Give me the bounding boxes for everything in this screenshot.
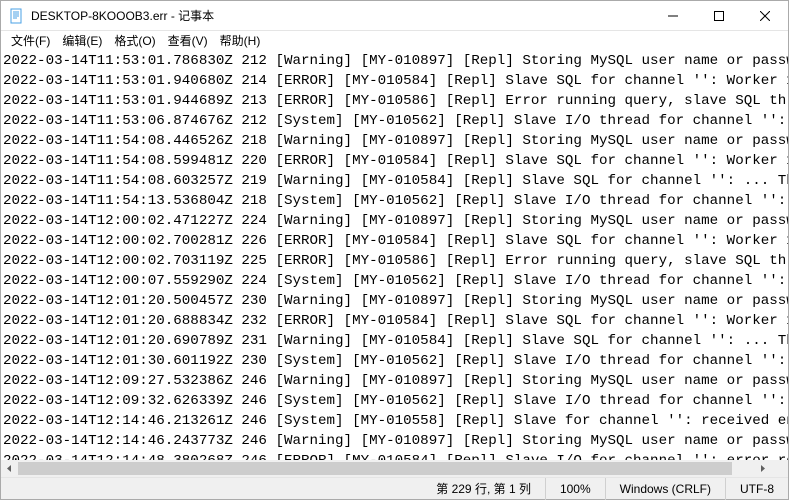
- scrollbar-corner: [771, 460, 788, 477]
- menu-edit[interactable]: 编辑(E): [56, 31, 108, 51]
- scroll-right-button[interactable]: [754, 460, 771, 477]
- log-line[interactable]: 2022-03-14T11:53:06.874676Z 212 [System]…: [3, 111, 786, 131]
- log-line[interactable]: 2022-03-14T12:01:20.690789Z 231 [Warning…: [3, 331, 786, 351]
- log-line[interactable]: 2022-03-14T12:00:02.471227Z 224 [Warning…: [3, 211, 786, 231]
- status-eol: Windows (CRLF): [605, 478, 725, 500]
- log-line[interactable]: 2022-03-14T11:53:01.944689Z 213 [ERROR] …: [3, 91, 786, 111]
- log-line[interactable]: 2022-03-14T11:54:08.446526Z 218 [Warning…: [3, 131, 786, 151]
- log-line[interactable]: 2022-03-14T12:00:02.700281Z 226 [ERROR] …: [3, 231, 786, 251]
- log-line[interactable]: 2022-03-14T12:00:07.559290Z 224 [System]…: [3, 271, 786, 291]
- log-line[interactable]: 2022-03-14T12:14:46.243773Z 246 [Warning…: [3, 431, 786, 451]
- log-line[interactable]: 2022-03-14T12:00:02.703119Z 225 [ERROR] …: [3, 251, 786, 271]
- log-line[interactable]: 2022-03-14T12:09:32.626339Z 246 [System]…: [3, 391, 786, 411]
- log-line[interactable]: 2022-03-14T12:14:46.213261Z 246 [System]…: [3, 411, 786, 431]
- close-button[interactable]: [742, 1, 788, 31]
- status-encoding: UTF-8: [725, 478, 788, 500]
- scroll-thumb[interactable]: [18, 462, 732, 475]
- menu-file[interactable]: 文件(F): [5, 31, 56, 51]
- log-line[interactable]: 2022-03-14T12:01:20.688834Z 232 [ERROR] …: [3, 311, 786, 331]
- minimize-button[interactable]: [650, 1, 696, 31]
- notepad-window: DESKTOP-8KOOOB3.err - 记事本 文件(F) 编辑(E) 格式…: [0, 0, 789, 500]
- window-title: DESKTOP-8KOOOB3.err - 记事本: [31, 7, 214, 24]
- log-line[interactable]: 2022-03-14T12:01:20.500457Z 230 [Warning…: [3, 291, 786, 311]
- menu-view[interactable]: 查看(V): [162, 31, 214, 51]
- statusbar: 第 229 行, 第 1 列 100% Windows (CRLF) UTF-8: [1, 477, 788, 499]
- app-icon: [9, 8, 25, 24]
- log-line[interactable]: 2022-03-14T11:54:08.599481Z 220 [ERROR] …: [3, 151, 786, 171]
- log-line[interactable]: 2022-03-14T11:54:08.603257Z 219 [Warning…: [3, 171, 786, 191]
- maximize-button[interactable]: [696, 1, 742, 31]
- menu-format[interactable]: 格式(O): [108, 31, 161, 51]
- text-content[interactable]: 2022-03-14T11:53:01.786830Z 212 [Warning…: [1, 51, 788, 460]
- log-line[interactable]: 2022-03-14T12:01:30.601192Z 230 [System]…: [3, 351, 786, 371]
- editor-area: 2022-03-14T11:53:01.786830Z 212 [Warning…: [1, 51, 788, 477]
- scroll-left-button[interactable]: [1, 460, 18, 477]
- titlebar[interactable]: DESKTOP-8KOOOB3.err - 记事本: [1, 1, 788, 31]
- scroll-track[interactable]: [18, 460, 754, 477]
- status-zoom: 100%: [545, 478, 605, 500]
- horizontal-scrollbar[interactable]: [1, 460, 771, 477]
- log-line[interactable]: 2022-03-14T11:54:13.536804Z 218 [System]…: [3, 191, 786, 211]
- log-line[interactable]: 2022-03-14T11:53:01.940680Z 214 [ERROR] …: [3, 71, 786, 91]
- log-line[interactable]: 2022-03-14T11:53:01.786830Z 212 [Warning…: [3, 51, 786, 71]
- status-position: 第 229 行, 第 1 列: [422, 478, 545, 500]
- menubar: 文件(F) 编辑(E) 格式(O) 查看(V) 帮助(H): [1, 31, 788, 51]
- menu-help[interactable]: 帮助(H): [214, 31, 267, 51]
- log-line[interactable]: 2022-03-14T12:14:48.380268Z 246 [ERROR] …: [3, 451, 786, 460]
- log-line[interactable]: 2022-03-14T12:09:27.532386Z 246 [Warning…: [3, 371, 786, 391]
